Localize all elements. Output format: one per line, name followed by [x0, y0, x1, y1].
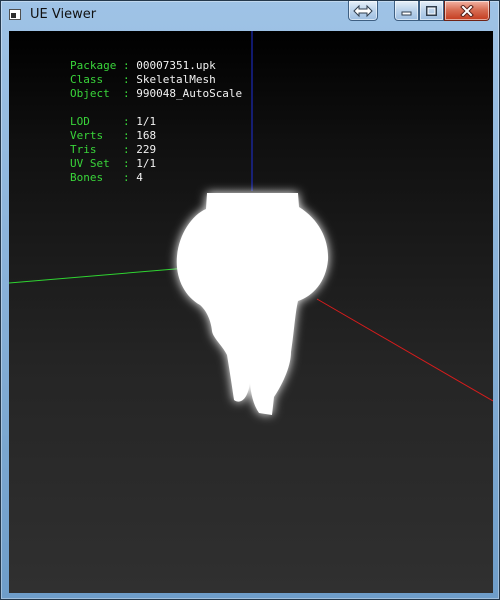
maximize-button[interactable] [419, 1, 444, 21]
package-value: 00007351.upk [136, 59, 216, 72]
mesh-head [176, 193, 329, 415]
3d-viewport[interactable]: Package : 00007351.upk Class : SkeletalM… [9, 31, 493, 593]
ue-viewer-window: UE Viewer Package: 00007351.upk Class:… [0, 0, 500, 600]
close-icon [460, 4, 474, 17]
package-info-row: Package : 00007351.upk [17, 45, 242, 72]
lod-value: 1/1 [136, 115, 157, 128]
class-separator: : [116, 73, 137, 86]
app-icon [9, 9, 21, 20]
lod-label: LOD [69, 115, 117, 128]
uv-set-value: 1/1 [136, 157, 157, 170]
title-bar[interactable]: UE Viewer [1, 1, 499, 30]
window-title: UE Viewer [30, 7, 97, 22]
uv-set-separator: : [116, 157, 137, 170]
y-axis-line [9, 267, 188, 284]
bones-label: Bones [69, 171, 117, 184]
object-value: 990048_AutoScale [136, 87, 243, 100]
package-label: Package [69, 59, 117, 72]
mesh-info-panel: Package : 00007351.upk Class : SkeletalM… [17, 45, 243, 184]
minimize-button[interactable] [394, 1, 419, 21]
class-label: Class [69, 73, 117, 86]
close-button[interactable] [444, 1, 490, 21]
uv-set-label: UV Set [69, 157, 117, 170]
lod-separator: : [116, 115, 137, 128]
verts-separator: : [116, 129, 137, 142]
minimize-icon [401, 11, 412, 15]
tris-value: 229 [136, 143, 157, 156]
bones-separator: : [116, 171, 137, 184]
tris-separator: : [116, 143, 137, 156]
bones-value: 4 [136, 171, 143, 184]
package-separator: : [116, 59, 137, 72]
tris-label: Tris [69, 143, 117, 156]
x-axis-line [316, 298, 493, 402]
swap-display-button[interactable] [348, 1, 378, 21]
object-separator: : [116, 87, 137, 100]
swap-arrows-icon [353, 4, 373, 17]
verts-value: 168 [136, 129, 157, 142]
class-value: SkeletalMesh [136, 73, 216, 86]
skeletal-mesh-silhouette[interactable] [176, 193, 329, 415]
verts-label: Verts [69, 129, 117, 142]
object-label: Object [69, 87, 117, 100]
maximize-icon [426, 5, 437, 16]
